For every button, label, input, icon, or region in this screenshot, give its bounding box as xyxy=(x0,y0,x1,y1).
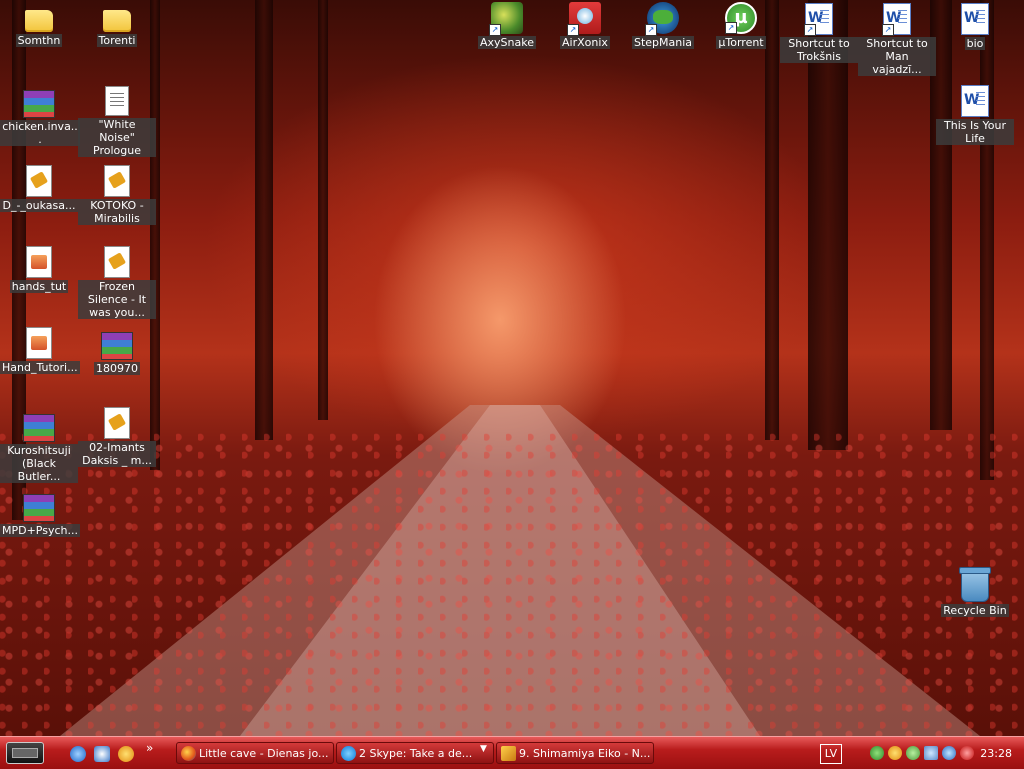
task-button-media[interactable]: 9. Shimamiya Eiko - N... xyxy=(496,742,654,764)
antivirus-tray-icon[interactable] xyxy=(942,746,956,760)
clock[interactable]: 23:28 xyxy=(980,747,1012,760)
taskbar: » Little cave - Dienas jo... 2 Skype: Ta… xyxy=(0,736,1024,769)
icon-label: Somthn xyxy=(15,34,63,47)
image-file-icon xyxy=(26,246,52,278)
icon-label: AirXonix xyxy=(560,36,610,49)
utorrent-icon: ↗ xyxy=(725,2,757,34)
shortcut-arrow-icon: ↗ xyxy=(804,24,816,36)
desktop-icon-hand-tutorial[interactable]: Hand_Tutori... xyxy=(0,326,80,374)
folder-icon xyxy=(103,10,131,32)
desktop-icon-bio[interactable]: bio xyxy=(936,2,1014,50)
icon-label: Shortcut to Trokšnis xyxy=(780,37,858,63)
desktop-icon-airxonix[interactable]: ↗ AirXonix xyxy=(546,2,624,49)
desktop-icon-shortcut-troksnis[interactable]: ↗ Shortcut to Trokšnis xyxy=(780,2,858,63)
volume-tray-icon[interactable] xyxy=(960,746,974,760)
icon-label: MPD+Psych... xyxy=(0,524,80,537)
icon-label: This Is Your Life xyxy=(936,119,1014,145)
icon-label: D_-_oukasa... xyxy=(0,199,78,212)
desktop-icon-this-is-your-life[interactable]: This Is Your Life xyxy=(936,84,1014,145)
icon-label: 180970 xyxy=(94,362,140,375)
word-document-icon: ↗ xyxy=(804,3,833,36)
media-player-icon xyxy=(501,746,516,761)
folder-icon xyxy=(25,10,53,32)
icon-label: bio xyxy=(964,37,986,50)
desktop-icon-d-oukasa[interactable]: D_-_oukasa... xyxy=(0,164,78,212)
desktop-icon-recycle-bin[interactable]: Recycle Bin xyxy=(936,567,1014,617)
desktop-icon-utorrent[interactable]: ↗ µTorrent xyxy=(702,2,780,49)
task-button-skype[interactable]: 2 Skype: Take a de... xyxy=(336,742,494,764)
word-document-icon xyxy=(961,85,989,117)
desktop-icon-frozen-silence[interactable]: Frozen Silence - It was you... xyxy=(78,245,156,319)
internet-explorer-icon[interactable] xyxy=(70,746,86,762)
airxonix-icon: ↗ xyxy=(567,2,601,36)
task-group-dropdown-icon[interactable]: ▼ xyxy=(480,744,487,754)
icon-label: Recycle Bin xyxy=(941,604,1009,617)
fallen-leaves xyxy=(0,430,1024,736)
desktop-icon-shortcut-man-vajadzi[interactable]: ↗ Shortcut to Man vajadzī... xyxy=(858,2,936,76)
show-desktop-icon[interactable] xyxy=(94,746,110,762)
shortcut-arrow-icon: ↗ xyxy=(489,24,501,36)
desktop-icon-axysnake[interactable]: ↗ AxySnake xyxy=(468,2,546,49)
desktop-icon-mpd-psych[interactable]: MPD+Psych... xyxy=(0,490,80,537)
skype-icon xyxy=(341,746,356,761)
desktop-icon-torenti[interactable]: Torenti xyxy=(78,4,156,47)
word-document-icon xyxy=(961,3,989,35)
media-file-icon xyxy=(26,165,52,197)
icon-label: hands_tut xyxy=(9,280,69,293)
icon-label: Frozen Silence - It was you... xyxy=(78,280,156,319)
task-button-firefox[interactable]: Little cave - Dienas jo... xyxy=(176,742,334,764)
firefox-icon xyxy=(181,746,196,761)
word-document-icon: ↗ xyxy=(882,3,911,36)
recycle-bin-icon xyxy=(959,567,991,602)
task-label: 9. Shimamiya Eiko - N... xyxy=(519,747,651,760)
winrar-archive-icon xyxy=(23,414,55,442)
stepmania-icon: ↗ xyxy=(645,2,679,36)
media-player-icon[interactable] xyxy=(118,746,134,762)
icon-label: Torenti xyxy=(96,34,138,47)
utorrent-tray-icon[interactable] xyxy=(870,746,884,760)
icon-label: AxySnake xyxy=(478,36,536,49)
desktop-icon-chicken-invaders[interactable]: chicken.inva... xyxy=(0,86,80,146)
desktop-icon-kotoko-mirabilis[interactable]: KOTOKO - Mirabilis xyxy=(78,164,156,225)
desktop-icon-kuroshitsuji[interactable]: Kuroshitsuji (Black Butler... xyxy=(0,410,78,483)
desktop-icon-imants-daksis[interactable]: 02-Imants Daksis _ m... xyxy=(78,406,156,467)
system-tray: 23:28 xyxy=(862,741,1024,765)
media-file-icon xyxy=(104,246,130,278)
update-tray-icon[interactable] xyxy=(906,746,920,760)
icon-label: Kuroshitsuji (Black Butler... xyxy=(0,444,78,483)
messenger-tray-icon[interactable] xyxy=(888,746,902,760)
language-indicator[interactable]: LV xyxy=(820,744,842,764)
desktop-icon-somthn[interactable]: Somthn xyxy=(0,4,78,47)
network-tray-icon[interactable] xyxy=(924,746,938,760)
shortcut-arrow-icon: ↗ xyxy=(725,22,737,34)
shortcut-arrow-icon: ↗ xyxy=(882,24,894,36)
text-document-icon xyxy=(105,86,129,116)
desktop-icon-180970[interactable]: 180970 xyxy=(78,328,156,375)
shortcut-arrow-icon: ↗ xyxy=(567,24,579,36)
icon-label: Shortcut to Man vajadzī... xyxy=(858,37,936,76)
task-label: 2 Skype: Take a de... xyxy=(359,747,473,760)
winrar-archive-icon xyxy=(101,332,133,360)
quick-launch-more-button[interactable]: » xyxy=(146,741,153,755)
desktop-icon-white-noise-prologue[interactable]: "White Noise" Prologue xyxy=(78,84,156,157)
desktop-icon-stepmania[interactable]: ↗ StepMania xyxy=(624,2,702,49)
axysnake-icon: ↗ xyxy=(489,2,523,36)
winrar-archive-icon xyxy=(23,90,55,118)
icon-label: 02-Imants Daksis _ m... xyxy=(78,441,156,467)
task-label: Little cave - Dienas jo... xyxy=(199,747,329,760)
icon-label: "White Noise" Prologue xyxy=(78,118,156,157)
winrar-archive-icon xyxy=(23,494,55,522)
media-file-icon xyxy=(104,407,130,439)
icon-label: Hand_Tutori... xyxy=(0,361,80,374)
desktop-background: Somthn Torenti chicken.inva... "White No… xyxy=(0,0,1024,736)
media-file-icon xyxy=(104,165,130,197)
shortcut-arrow-icon: ↗ xyxy=(645,24,657,36)
image-file-icon xyxy=(26,327,52,359)
start-button[interactable] xyxy=(6,742,44,764)
icon-label: chicken.inva... xyxy=(0,120,80,146)
icon-label: StepMania xyxy=(631,36,695,49)
desktop-icon-hands-tut[interactable]: hands_tut xyxy=(0,245,78,293)
icon-label: µTorrent xyxy=(716,36,766,49)
icon-label: KOTOKO - Mirabilis xyxy=(78,199,156,225)
